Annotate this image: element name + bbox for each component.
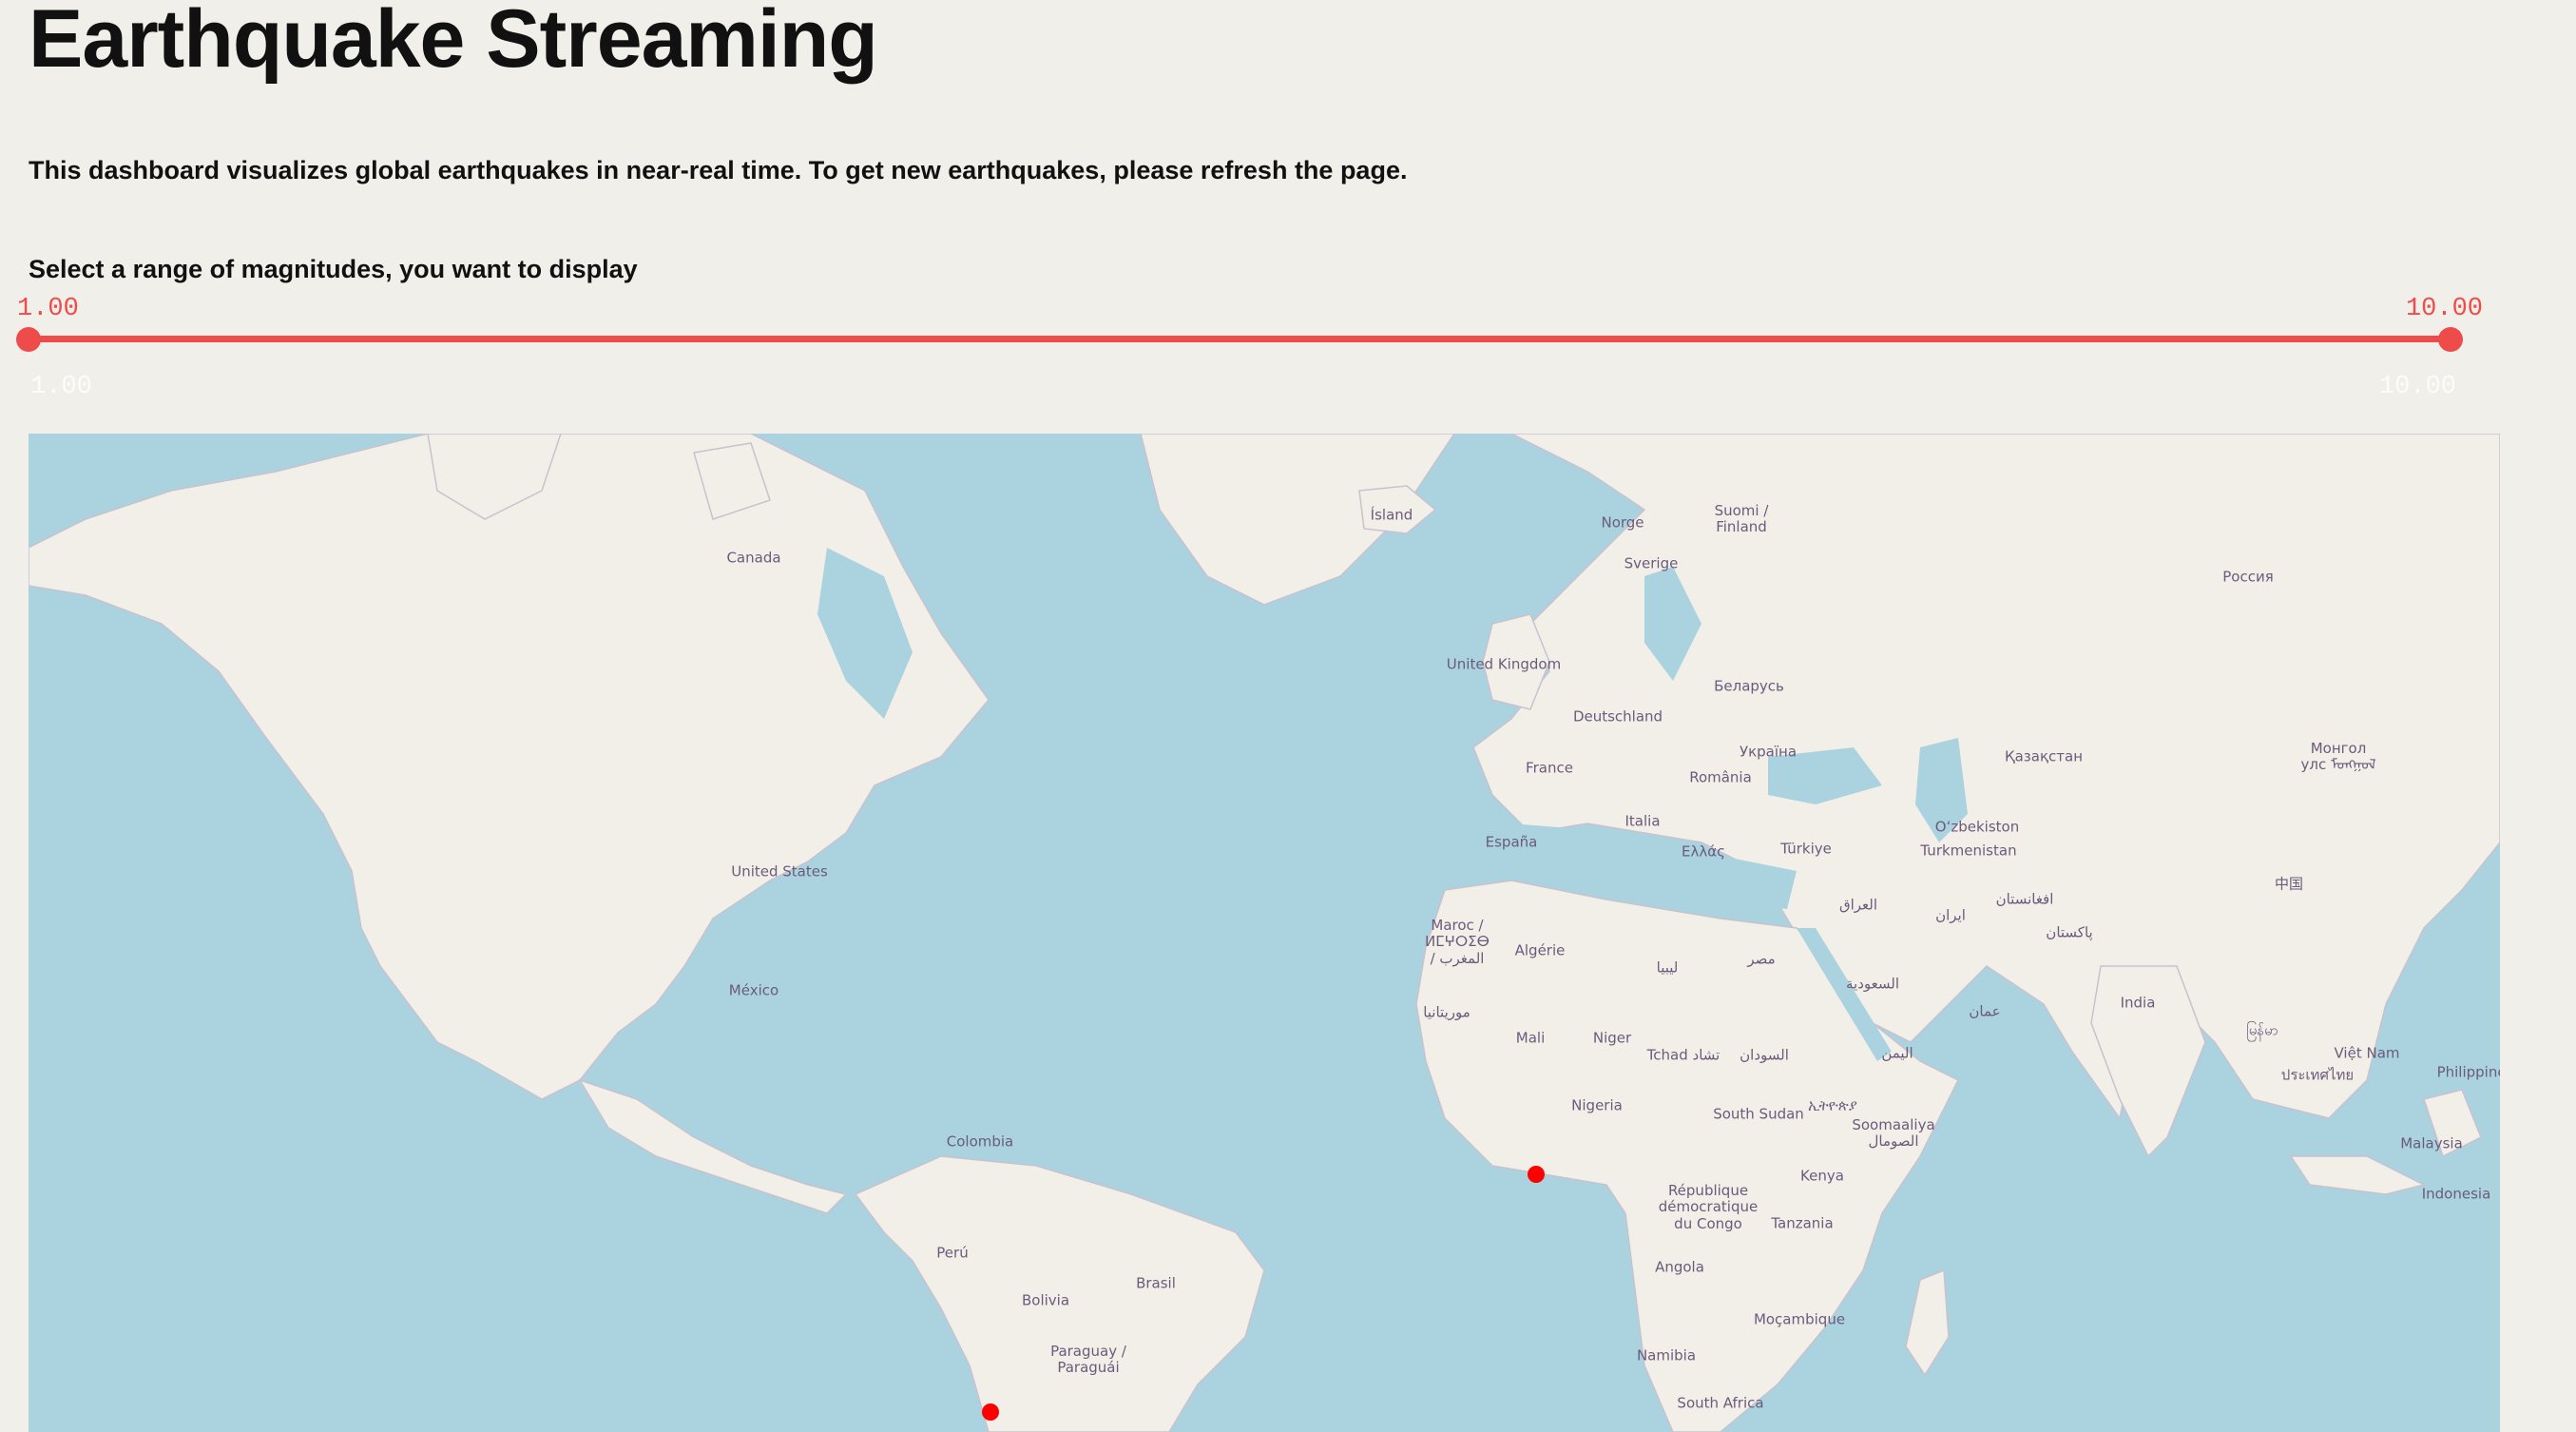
label-pakistan: پاکستان bbox=[2046, 923, 2093, 941]
label-mali: Mali bbox=[1515, 1029, 1546, 1047]
label-saudi: السعودية bbox=[1845, 975, 1900, 993]
label-tchad: Tchad تشاد bbox=[1646, 1046, 1721, 1064]
label-philippines: Philippines bbox=[2436, 1063, 2500, 1081]
label-egypt: مصر bbox=[1747, 950, 1776, 968]
label-united-kingdom: United Kingdom bbox=[1446, 655, 1562, 673]
slider-current-max-value: 10.00 bbox=[2405, 295, 2483, 323]
label-bolivia: Bolivia bbox=[1021, 1291, 1070, 1309]
label-paraguay: Paraguay / Paraguái bbox=[1050, 1342, 1126, 1376]
slider-current-min-value: 1.00 bbox=[17, 295, 79, 323]
label-oman: عمان bbox=[1969, 1002, 2001, 1020]
label-france: France bbox=[1526, 759, 1573, 777]
label-turkmenistan: Turkmenistan bbox=[1920, 842, 2017, 860]
earthquake-marker[interactable] bbox=[1528, 1166, 1545, 1183]
label-indonesia: Indonesia bbox=[2421, 1185, 2491, 1203]
earthquake-map[interactable]: Canada United States México Colombia Per… bbox=[29, 434, 2500, 1432]
label-turkiye: Türkiye bbox=[1780, 840, 1832, 858]
label-united-states: United States bbox=[731, 862, 828, 880]
page-description: This dashboard visualizes global earthqu… bbox=[29, 156, 1408, 184]
slider-track[interactable] bbox=[29, 336, 2451, 342]
label-peru: Perú bbox=[936, 1244, 969, 1262]
label-libya: ليبيا bbox=[1656, 958, 1679, 977]
label-somalia: Soomaaliya الصومال bbox=[1852, 1115, 1935, 1150]
label-india: India bbox=[2120, 994, 2156, 1012]
label-thailand: ประเทศไทย bbox=[2280, 1066, 2355, 1084]
label-myanmar: မြန်မာ bbox=[2246, 1021, 2278, 1039]
label-tanzania: Tanzania bbox=[1771, 1214, 1834, 1232]
label-sverige: Sverige bbox=[1624, 554, 1679, 572]
label-niger: Niger bbox=[1592, 1029, 1632, 1047]
magnitude-range-slider[interactable]: 1.00 10.00 1.00 10.00 bbox=[16, 295, 2483, 401]
label-malaysia: Malaysia bbox=[2400, 1134, 2463, 1152]
label-mexico: México bbox=[728, 981, 779, 999]
label-norge: Norge bbox=[1601, 513, 1644, 532]
basemap-land bbox=[29, 434, 2500, 1432]
label-colombia: Colombia bbox=[946, 1132, 1014, 1151]
label-afghanistan: افغانستان bbox=[1995, 890, 2054, 908]
label-angola: Angola bbox=[1655, 1258, 1704, 1276]
label-algerie: Algérie bbox=[1514, 941, 1566, 959]
slider-min-handle[interactable] bbox=[16, 327, 41, 352]
label-island: Ísland bbox=[1370, 506, 1413, 524]
label-iraq: العراق bbox=[1838, 896, 1878, 914]
label-maroc: Maroc / ⵍⵎⵖⵔⵉⴱ / المغرب bbox=[1425, 917, 1490, 967]
label-namibia: Namibia bbox=[1636, 1346, 1697, 1364]
label-kenya: Kenya bbox=[1800, 1167, 1844, 1185]
label-mocambique: Moçambique bbox=[1753, 1310, 1846, 1328]
app-page: Earthquake Streaming This dashboard visu… bbox=[0, 0, 2576, 1432]
label-south-sudan: South Sudan bbox=[1713, 1105, 1804, 1123]
label-mauritania: موريتانيا bbox=[1423, 1003, 1471, 1021]
label-brasil: Brasil bbox=[1136, 1274, 1176, 1292]
magnitude-slider-label: Select a range of magnitudes, you want t… bbox=[29, 255, 638, 283]
label-espana: España bbox=[1485, 833, 1538, 851]
slider-max-handle[interactable] bbox=[2438, 327, 2463, 352]
label-italia: Italia bbox=[1624, 812, 1661, 830]
label-iran: ایران bbox=[1935, 906, 1966, 924]
label-yemen: اليمن bbox=[1881, 1044, 1913, 1062]
label-romania: România bbox=[1689, 768, 1752, 786]
page-title: Earthquake Streaming bbox=[29, 0, 878, 85]
label-deutschland: Deutschland bbox=[1572, 707, 1663, 726]
label-nigeria: Nigeria bbox=[1571, 1096, 1623, 1114]
label-rossiya: Россия bbox=[2222, 568, 2274, 586]
label-vietnam: Việt Nam bbox=[2334, 1044, 2400, 1062]
label-belarus: Беларусь bbox=[1714, 677, 1784, 695]
label-canada: Canada bbox=[726, 549, 781, 567]
label-ethiopia: ኢትዮጵያ bbox=[1808, 1096, 1857, 1114]
label-sudan: السودان bbox=[1740, 1046, 1789, 1064]
label-kazakhstan: Қазақстан bbox=[2004, 747, 2084, 765]
slider-range-min-label: 1.00 bbox=[30, 373, 92, 401]
label-mongol: Монгол улс ᠮᠣᠩᠭᠣᠯ bbox=[2300, 739, 2376, 773]
label-uzbekiston: Oʻzbekiston bbox=[1934, 818, 2020, 836]
label-suomi: Suomi / Finland bbox=[1714, 501, 1769, 535]
label-ellas: Ελλάς bbox=[1682, 842, 1725, 861]
label-china: 中国 bbox=[2274, 875, 2304, 893]
slider-range-max-label: 10.00 bbox=[2378, 373, 2456, 401]
earthquake-marker[interactable] bbox=[982, 1403, 999, 1421]
label-ukraina: Україна bbox=[1739, 743, 1797, 761]
label-rdc: République démocratique du Congo bbox=[1658, 1182, 1759, 1232]
label-south-africa: South Africa bbox=[1677, 1394, 1764, 1412]
